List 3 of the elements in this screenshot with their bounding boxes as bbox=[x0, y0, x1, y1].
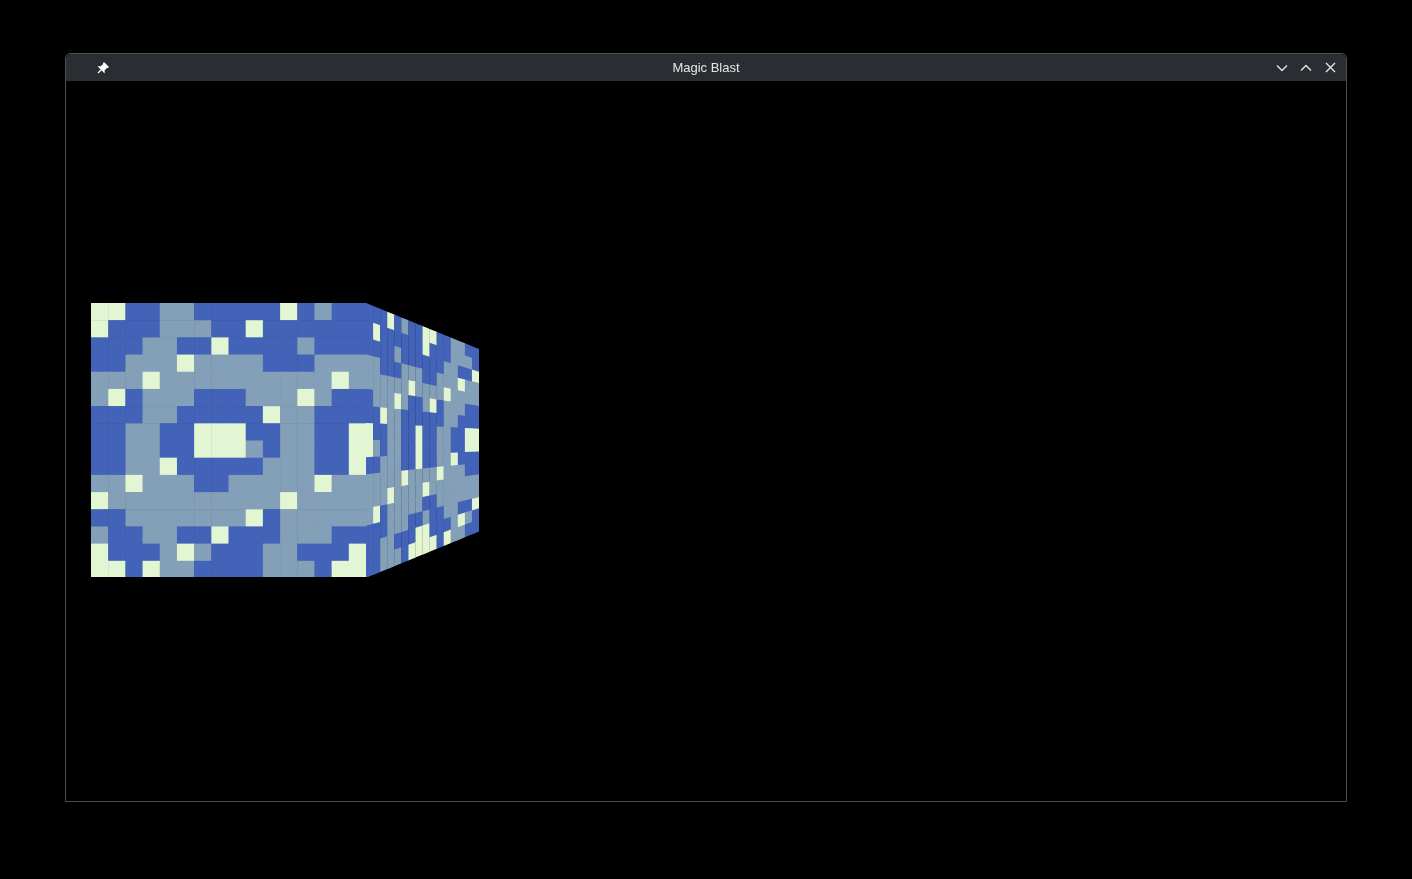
pin-icon[interactable] bbox=[96, 60, 110, 75]
close-icon[interactable] bbox=[1323, 60, 1337, 75]
window-title: Magic Blast bbox=[672, 58, 740, 77]
